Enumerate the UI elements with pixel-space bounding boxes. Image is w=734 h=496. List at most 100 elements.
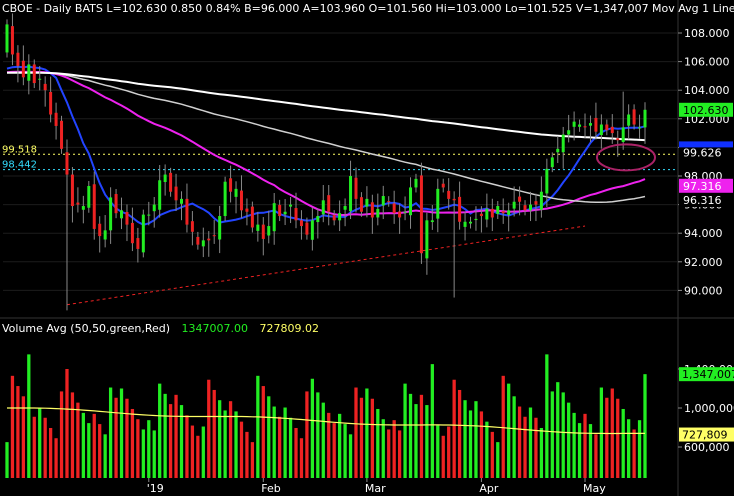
candle-body xyxy=(179,198,183,204)
candle-body xyxy=(621,127,625,142)
volume-bar xyxy=(463,400,467,478)
volume-bar xyxy=(130,408,135,478)
candle-body xyxy=(523,205,527,211)
candle-body xyxy=(572,121,576,127)
volume-label-text: 1,347,007 xyxy=(682,368,734,381)
candle-body xyxy=(452,198,456,201)
volume-bar xyxy=(185,415,189,478)
candle-body xyxy=(376,208,380,218)
candle-body xyxy=(261,224,265,239)
date-tick-label: Apr xyxy=(479,482,499,495)
volume-bar xyxy=(577,423,582,478)
volume-bar xyxy=(523,416,527,478)
candle-body xyxy=(141,214,145,253)
volume-bar xyxy=(10,375,15,478)
volume-bar xyxy=(583,413,587,478)
price-tick-label: 92.000 xyxy=(684,256,723,269)
candle-body xyxy=(528,204,532,211)
candle-body xyxy=(545,168,549,194)
candle-body xyxy=(349,176,353,212)
candle-body xyxy=(567,130,571,135)
candle-body xyxy=(485,208,489,220)
candle-body xyxy=(294,208,298,221)
candle-body xyxy=(354,177,358,199)
volume-bar xyxy=(5,442,9,478)
candle-body xyxy=(272,203,276,232)
candle-body xyxy=(76,202,80,205)
volume-bar xyxy=(27,354,31,478)
volume-bar xyxy=(474,401,478,478)
candle-body xyxy=(501,211,505,214)
volume-bar xyxy=(512,396,516,478)
candle-body xyxy=(289,204,293,207)
volume-bar xyxy=(267,396,271,478)
candle-body xyxy=(561,134,565,153)
volume-bar xyxy=(348,434,353,478)
volume-bar xyxy=(32,416,36,478)
candle-body xyxy=(245,208,249,212)
candle-body xyxy=(338,213,342,221)
volume-bar xyxy=(337,413,342,478)
candle-body xyxy=(92,184,96,229)
candle-body xyxy=(16,52,20,66)
candle-body xyxy=(174,186,178,201)
candle-body xyxy=(610,126,614,134)
volume-bar xyxy=(490,431,494,478)
volume-bar xyxy=(288,417,293,478)
volume-bar xyxy=(48,427,53,478)
volume-bar xyxy=(59,391,64,478)
candle-body xyxy=(507,210,511,215)
candle-body xyxy=(638,127,642,129)
candle-body xyxy=(578,124,582,127)
volume-bar xyxy=(392,420,396,478)
candle-body xyxy=(343,206,347,210)
volume-bar xyxy=(430,364,434,478)
chart-header: CBOE - Daily BATS L=102.630 0.850 0.84% … xyxy=(2,2,734,15)
volume-bar xyxy=(147,420,151,478)
volume-bar xyxy=(168,404,173,478)
candle-body xyxy=(316,216,320,223)
candle-body xyxy=(310,220,314,240)
volume-bar xyxy=(310,378,315,478)
candle-body xyxy=(327,195,331,212)
volume-header-value1: 1347007.00 xyxy=(181,322,248,335)
candle-body xyxy=(87,186,91,208)
volume-bar xyxy=(414,404,418,478)
volume-header-label: Volume Avg (50,50,green,Red) xyxy=(2,322,171,335)
candle-body xyxy=(5,24,9,53)
volume-bar xyxy=(556,382,560,478)
candle-body xyxy=(392,203,396,214)
candle-body xyxy=(534,201,538,205)
candle-body xyxy=(60,120,64,149)
volume-bar xyxy=(87,423,91,478)
candle-body xyxy=(387,201,391,203)
volume-bar xyxy=(621,408,625,478)
volume-header-value2: 727809.02 xyxy=(259,322,320,335)
candle-body xyxy=(207,238,211,241)
volume-bar xyxy=(419,394,424,478)
volume-bar xyxy=(207,379,211,478)
volume-bar xyxy=(299,438,304,478)
volume-bar xyxy=(38,407,42,478)
candle-body xyxy=(54,112,58,126)
candle-body xyxy=(38,78,42,80)
volume-bar xyxy=(98,424,102,478)
volume-bar xyxy=(539,427,544,478)
volume-bar xyxy=(403,383,407,478)
date-tick-label: May xyxy=(583,482,606,495)
candle-body xyxy=(114,194,118,214)
volume-bar xyxy=(218,400,222,478)
candle-body xyxy=(98,223,102,237)
candle-body xyxy=(278,204,282,217)
volume-bar xyxy=(250,442,255,478)
candle-body xyxy=(218,216,222,240)
candle-body xyxy=(556,148,560,153)
volume-bar xyxy=(528,407,533,478)
volume-bar xyxy=(245,431,249,478)
volume-bar xyxy=(261,386,265,478)
candle-body xyxy=(81,206,85,210)
candle-body xyxy=(332,215,336,221)
candle-body xyxy=(239,190,243,211)
volume-bar xyxy=(119,388,124,478)
volume-bar xyxy=(92,413,96,478)
